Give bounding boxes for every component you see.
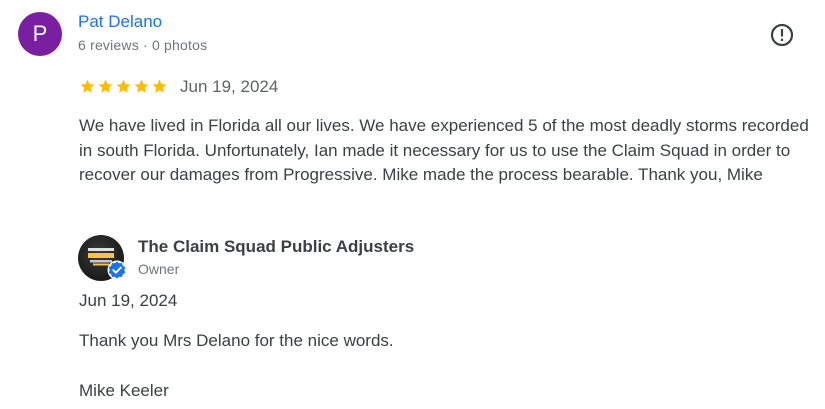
reply-signature: Mike Keeler — [79, 381, 169, 400]
owner-name: The Claim Squad Public Adjusters — [138, 237, 415, 256]
reply-message: Thank you Mrs Delano for the nice words. — [79, 331, 394, 350]
reviewer-name-link[interactable]: Pat Delano — [78, 12, 162, 32]
star-icon — [98, 79, 113, 93]
review-date: Jun 19, 2024 — [180, 77, 279, 96]
reply-date: Jun 19, 2024 — [79, 291, 178, 310]
report-review-button[interactable] — [768, 21, 796, 49]
star-rating — [79, 78, 168, 95]
reviewer-meta: 6 reviews · 0 photos — [78, 37, 208, 53]
star-icon — [152, 79, 167, 93]
review-text: We have lived in Florida all our lives. … — [79, 116, 809, 184]
verified-badge-icon — [107, 260, 127, 280]
star-icon — [134, 79, 149, 93]
report-icon — [770, 23, 794, 47]
star-icon — [116, 79, 131, 93]
owner-role-label: Owner — [138, 261, 180, 277]
reviewer-avatar[interactable]: P — [18, 12, 62, 56]
star-icon — [80, 79, 95, 93]
